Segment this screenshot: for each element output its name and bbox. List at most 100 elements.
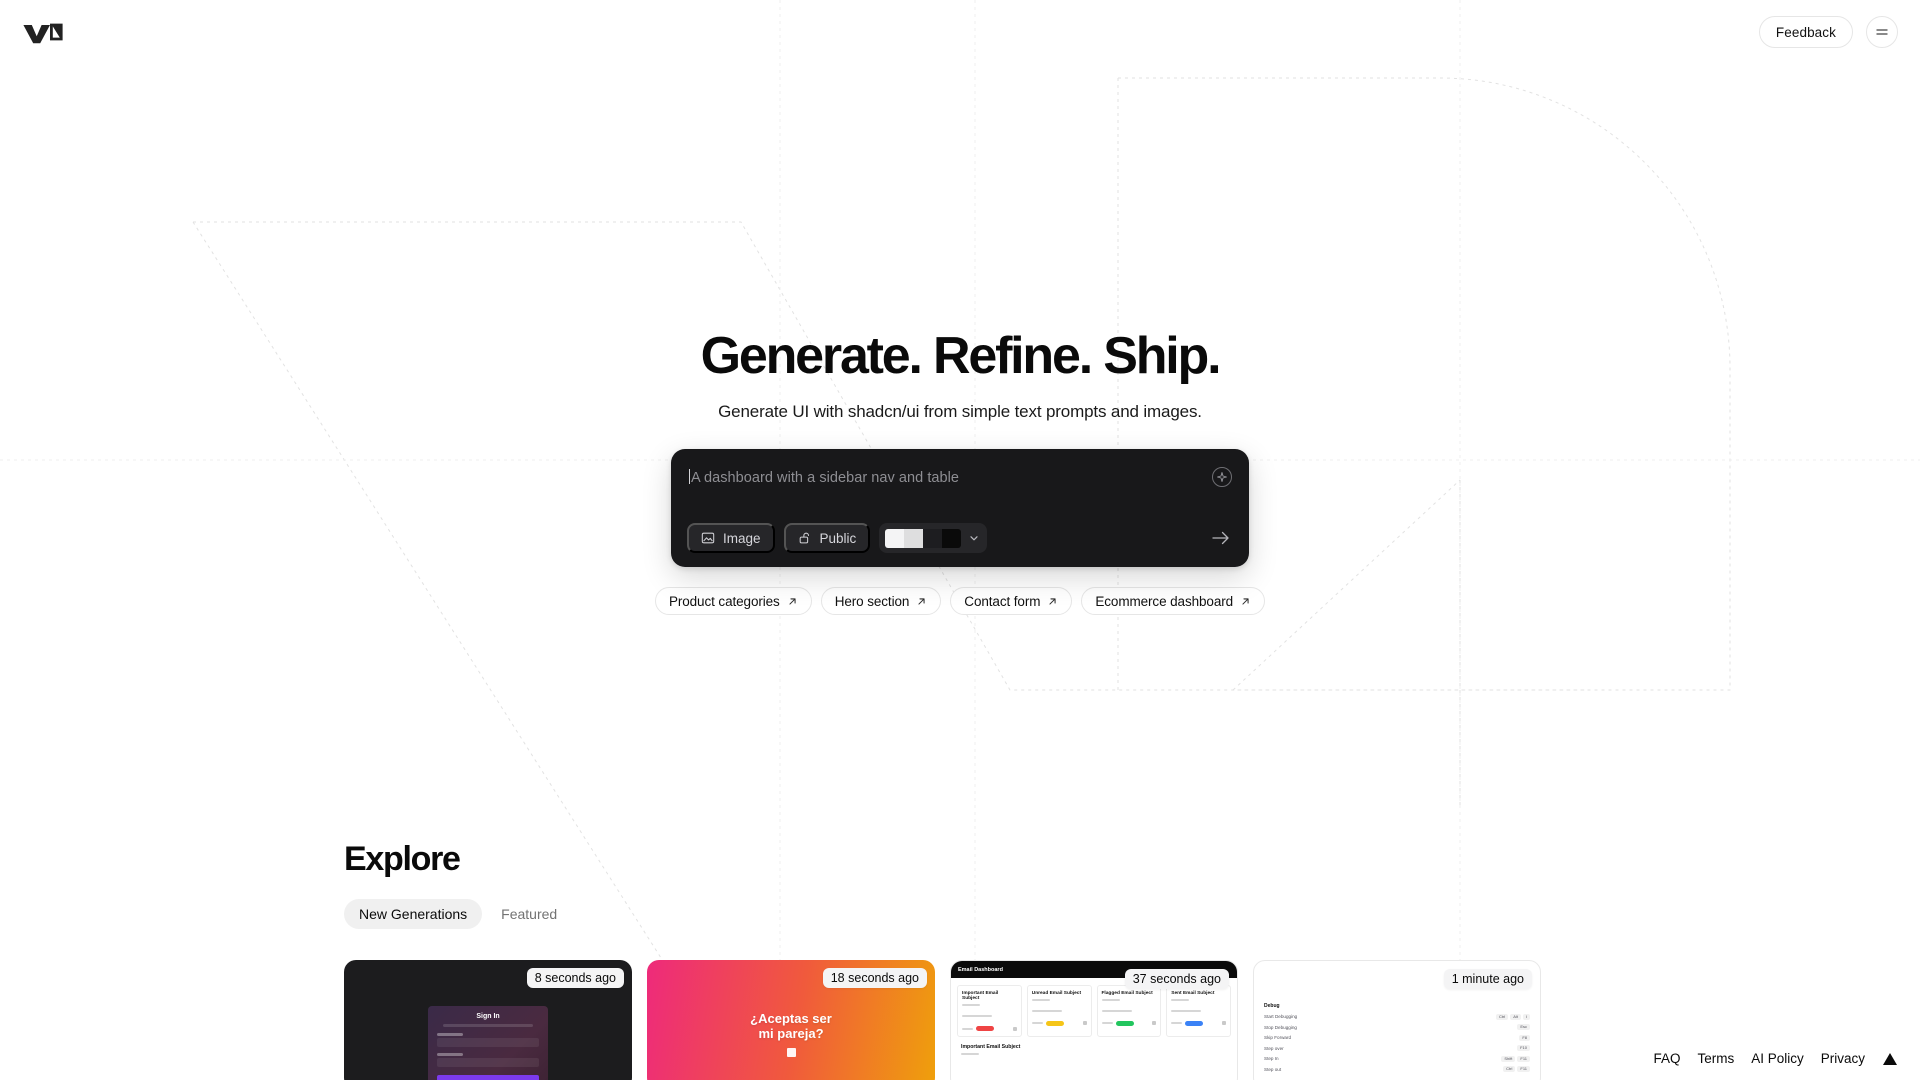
email-date-placeholder <box>1031 1022 1043 1025</box>
email-subject: Flagged Email Subject <box>1101 991 1153 996</box>
email-subject: Unread Email Subject <box>1031 991 1082 996</box>
card-timestamp-badge: 37 seconds ago <box>1124 969 1229 989</box>
prompt-composer[interactable]: A dashboard with a sidebar nav and table… <box>671 449 1249 567</box>
email-action-icon <box>1082 1021 1087 1026</box>
explore-card-grid: 8 seconds ago Sign In 18 seconds ago ¿Ac… <box>344 960 1541 1080</box>
key-cap: Alt <box>1510 1013 1521 1020</box>
chip-label: Hero section <box>834 593 910 609</box>
prompt-input-row: A dashboard with a sidebar nav and table <box>687 465 1233 488</box>
email-date-placeholder <box>1171 1022 1183 1025</box>
top-navigation-bar: Feedback <box>0 0 1920 64</box>
shortcut-row: Step In Shift F11 <box>1264 1055 1530 1062</box>
email-app-title: Email Dashboard <box>958 966 1003 973</box>
email-tile-footer <box>1031 1020 1087 1026</box>
explore-heading: Explore <box>344 840 461 878</box>
key-cap: F11 <box>1517 1066 1530 1072</box>
email-tile: Important Email Subject <box>957 985 1022 1038</box>
arrow-up-right-icon <box>918 597 925 605</box>
email-sender-placeholder <box>1031 998 1050 1001</box>
gradient-line-2: mi pareja? <box>758 1025 824 1041</box>
gradient-card-button <box>786 1048 796 1058</box>
shortcut-row: Skip Forward F8 <box>1264 1034 1530 1041</box>
v0-logo[interactable] <box>22 19 64 45</box>
email-sender-placeholder <box>962 1004 980 1007</box>
prompt-toolbar: Image Public <box>687 523 1233 553</box>
attach-image-button[interactable]: Image <box>687 523 775 553</box>
text-caret <box>689 469 690 484</box>
shortcut-label: Step In <box>1264 1056 1279 1061</box>
gradient-line-1: ¿Aceptas ser <box>750 1011 832 1026</box>
prompt-input[interactable]: A dashboard with a sidebar nav and table <box>687 465 1211 486</box>
card-timestamp-badge: 18 seconds ago <box>822 968 927 988</box>
email-date-placeholder <box>1101 1022 1113 1025</box>
sparkle-circle-icon[interactable] <box>1211 466 1233 488</box>
shortcut-label: Step over <box>1264 1045 1284 1051</box>
hamburger-icon <box>1876 29 1888 35</box>
shortcut-keys: Ctrl Alt I <box>1495 1013 1530 1020</box>
visibility-button[interactable]: Public <box>783 523 871 553</box>
theme-palette-select[interactable] <box>879 523 988 553</box>
palette-swatches <box>885 528 962 548</box>
email-sender-placeholder <box>1101 998 1120 1001</box>
prompt-placeholder-text: A dashboard with a sidebar nav and table <box>691 470 960 486</box>
key-cap: Ctrl <box>1503 1066 1516 1072</box>
unlock-icon <box>799 532 809 544</box>
email-status-pill <box>1115 1020 1134 1026</box>
shortcut-keys: Esc <box>1517 1024 1530 1030</box>
email-body-placeholder <box>962 1015 992 1018</box>
feedback-button[interactable]: Feedback <box>1758 16 1853 48</box>
shortcut-row: Start Debugging Ctrl Alt I <box>1264 1013 1530 1020</box>
shortcut-keys: Ctrl F11 <box>1503 1066 1530 1072</box>
suggestion-chip-contact-form[interactable]: Contact form <box>950 587 1073 615</box>
shortcut-label: Start Debugging <box>1264 1014 1298 1019</box>
footer-link-faq[interactable]: FAQ <box>1653 1051 1680 1066</box>
tab-new-generations[interactable]: New Generations <box>344 899 483 929</box>
email-tile: Sent Email Subject <box>1166 985 1231 1038</box>
key-cap: F8 <box>1519 1034 1530 1041</box>
email-tile: Flagged Email Subject <box>1096 985 1162 1038</box>
key-cap: Shift <box>1501 1055 1516 1062</box>
arrow-up-right-icon <box>789 597 796 605</box>
tab-featured[interactable]: Featured <box>486 899 572 929</box>
explore-card-shortcuts[interactable]: 1 minute ago Debug Start Debugging Ctrl … <box>1253 960 1541 1080</box>
key-cap: Esc <box>1517 1024 1530 1030</box>
signin-preview: Sign In <box>428 1006 548 1080</box>
shortcut-label: Step out <box>1264 1066 1282 1072</box>
signin-title: Sign In <box>476 1013 500 1020</box>
explore-card-gradient[interactable]: 18 seconds ago ¿Aceptas ser mi pareja? <box>647 960 935 1080</box>
email-action-icon <box>1222 1021 1226 1026</box>
suggestion-chip-product-categories[interactable]: Product categories <box>654 587 812 615</box>
email-body-placeholder <box>1101 1009 1132 1012</box>
shortcut-label: Skip Forward <box>1264 1035 1292 1040</box>
explore-card-signin[interactable]: 8 seconds ago Sign In <box>344 960 632 1080</box>
explore-section: Explore New Generations Featured <box>344 840 572 929</box>
chip-label: Contact form <box>964 593 1041 609</box>
card-timestamp-badge: 1 minute ago <box>1443 969 1532 989</box>
username-field <box>437 1038 539 1047</box>
shortcuts-section-title: Debug <box>1264 1003 1280 1009</box>
suggestion-chip-hero-section[interactable]: Hero section <box>820 587 942 615</box>
signin-submit-button <box>437 1075 539 1080</box>
explore-card-email-dashboard[interactable]: 37 seconds ago Email Dashboard Important… <box>950 960 1238 1080</box>
suggestion-chip-ecommerce-dashboard[interactable]: Ecommerce dashboard <box>1081 587 1266 615</box>
shortcut-label: Stop Debugging <box>1264 1024 1297 1030</box>
shortcut-row: Stop Debugging Esc <box>1264 1024 1530 1030</box>
chip-label: Ecommerce dashboard <box>1095 593 1234 609</box>
footer-link-ai-policy[interactable]: AI Policy <box>1751 1051 1804 1066</box>
email-body-placeholder <box>1031 1009 1062 1012</box>
email-date-placeholder <box>962 1027 973 1030</box>
hero-section: Generate. Refine. Ship. Generate UI with… <box>0 0 1920 615</box>
image-icon <box>701 532 715 544</box>
vercel-triangle-icon[interactable] <box>1882 1052 1898 1066</box>
email-second-row: Important Email Subject <box>951 1037 1237 1056</box>
email-action-icon <box>1152 1021 1157 1026</box>
footer-link-terms[interactable]: Terms <box>1697 1051 1734 1066</box>
arrow-up-right-icon <box>1242 597 1249 605</box>
email-tile: Unread Email Subject <box>1026 985 1092 1038</box>
submit-prompt-button[interactable] <box>1209 526 1233 550</box>
footer-link-privacy[interactable]: Privacy <box>1821 1051 1865 1066</box>
suggestion-chips: Product categories Hero section Contact … <box>654 587 1266 615</box>
menu-button[interactable] <box>1866 16 1898 48</box>
hero-subtitle: Generate UI with shadcn/ui from simple t… <box>718 402 1202 421</box>
attach-image-label: Image <box>723 530 761 546</box>
